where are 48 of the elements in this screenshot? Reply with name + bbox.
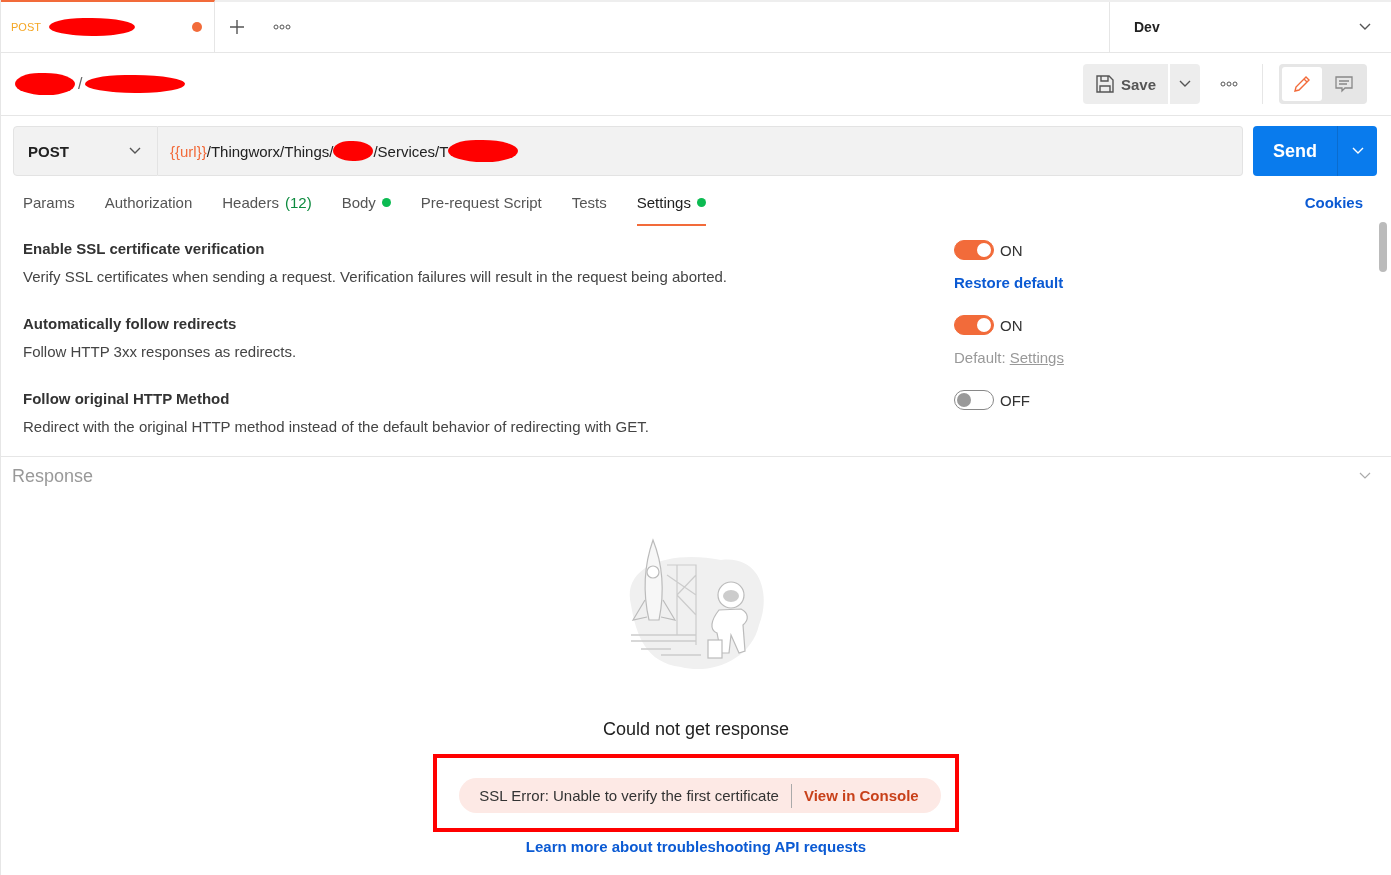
setting-title: Enable SSL certificate verification [23, 240, 266, 257]
default-label: Default: [954, 349, 1006, 366]
edit-mode-button[interactable] [1282, 67, 1322, 101]
request-tab-item[interactable]: Settings [636, 178, 706, 226]
view-console-link[interactable]: View in Console [803, 787, 919, 804]
redaction-mark [448, 140, 519, 162]
restore-default-link[interactable]: Restore default [954, 274, 1064, 291]
comment-icon [1334, 74, 1354, 94]
environment-label: Dev [1134, 19, 1160, 35]
redaction-mark [333, 141, 374, 161]
request-tab-item[interactable]: Authorization [104, 178, 193, 226]
method-dropdown[interactable]: POST [13, 126, 158, 176]
toggle-switch[interactable] [954, 240, 994, 260]
help-link[interactable]: Learn more about troubleshooting API requests [525, 838, 867, 855]
setting-description: Follow HTTP 3xx responses as redirects. [23, 343, 298, 360]
request-tab-item[interactable]: Pre-request Script [420, 178, 542, 226]
separator-slash: / [78, 75, 83, 93]
plus-icon [229, 19, 245, 35]
setting-description: Redirect with the original HTTP method instead of the default behavior of redirecting with GET. [23, 418, 650, 435]
url-variable: {{url}} [170, 142, 207, 160]
save-button[interactable]: Save [1082, 64, 1168, 104]
url-field[interactable]: {{url}}/Thingworx/Things/ /Services/T [158, 126, 1243, 176]
method-label: POST [28, 142, 69, 160]
request-tab-item[interactable]: Headers (12) [222, 178, 312, 226]
toggle-state-label: OFF [1000, 391, 1030, 409]
environment-selector[interactable]: Dev [1109, 2, 1391, 52]
url-text: /Thingworx/Things/ [206, 142, 334, 160]
save-options-button[interactable] [1170, 64, 1200, 104]
setting-title: Automatically follow redirects [23, 315, 238, 332]
scrollbar-thumb[interactable] [1379, 222, 1387, 272]
setting-description: Verify SSL certificates when sending a request. Verification failures will result in the request being aborted. [23, 268, 728, 285]
toggle-switch[interactable] [954, 315, 994, 335]
setting-title: Follow original HTTP Method [23, 390, 231, 407]
toggle-switch[interactable] [954, 390, 994, 410]
url-text: /Services/T [373, 142, 449, 160]
more-icon [273, 24, 291, 30]
pencil-icon [1292, 74, 1312, 94]
toggle-state-label: ON [1000, 316, 1023, 334]
request-tab-item[interactable]: Body [341, 178, 391, 226]
error-message: SSL Error: Unable to verify the first certificate [479, 787, 779, 804]
request-tab-item[interactable]: Tests [571, 178, 607, 226]
response-title: Response [12, 465, 94, 487]
toggle-state-label: ON [1000, 241, 1023, 259]
response-message: Could not get response [602, 719, 790, 740]
method-label: POST [11, 21, 41, 33]
cookies-link[interactable]: Cookies [1304, 193, 1363, 211]
request-tab-item[interactable]: Params [23, 178, 75, 226]
more-icon [1220, 81, 1238, 87]
